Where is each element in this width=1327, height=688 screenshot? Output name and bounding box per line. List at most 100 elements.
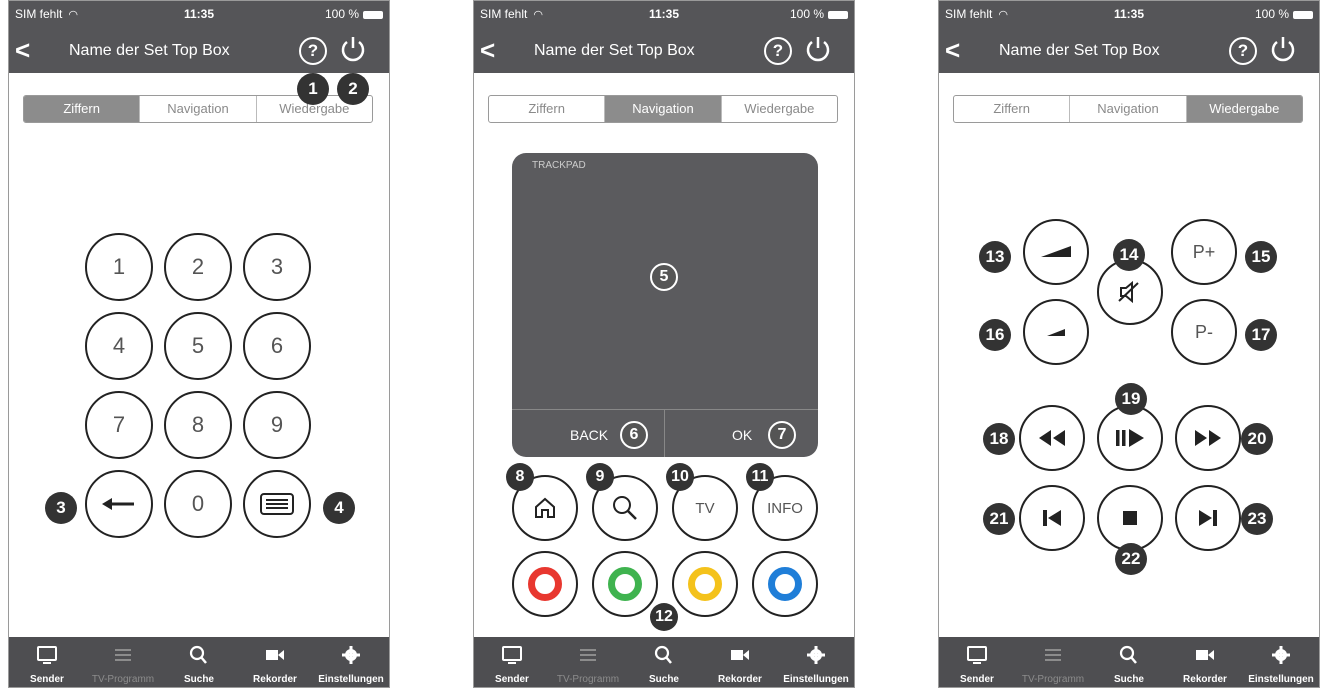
tab-digits[interactable]: Ziffern <box>954 96 1071 122</box>
skip-back-button[interactable] <box>1019 485 1085 551</box>
segmented-control: Ziffern Navigation Wiedergabe <box>953 95 1303 123</box>
page-title: Name der Set Top Box <box>69 42 230 59</box>
help-icon[interactable]: ? <box>299 37 327 65</box>
tab-search[interactable]: Suche <box>626 637 702 687</box>
green-ring-icon <box>608 567 642 601</box>
digit-button-0[interactable]: 0 <box>164 470 232 538</box>
digit-button-3[interactable]: 3 <box>243 233 311 301</box>
digit-button-7[interactable]: 7 <box>85 391 153 459</box>
callout-badge: 9 <box>586 463 614 491</box>
callout-badge: 20 <box>1241 423 1273 455</box>
tab-label: TV-Programm <box>1021 674 1085 685</box>
digit-button-6[interactable]: 6 <box>243 312 311 380</box>
tab-sender[interactable]: Sender <box>939 637 1015 687</box>
tab-digits[interactable]: Ziffern <box>489 96 606 122</box>
tv-icon <box>37 646 57 664</box>
skip-back-icon <box>1043 510 1061 526</box>
stop-icon <box>1123 511 1137 525</box>
tab-tv-programm[interactable]: TV-Programm <box>550 637 626 687</box>
power-icon[interactable] <box>339 35 367 63</box>
callout-badge: 4 <box>323 492 355 524</box>
rewind-button[interactable] <box>1019 405 1085 471</box>
volume-down-button[interactable] <box>1023 299 1089 365</box>
tab-tv-programm[interactable]: TV-Programm <box>1015 637 1091 687</box>
tab-search[interactable]: Suche <box>1091 637 1167 687</box>
bottom-tab-bar: Sender TV-Programm Suche Rekorder Einste… <box>9 637 389 687</box>
home-icon <box>535 497 555 518</box>
power-icon[interactable] <box>804 35 832 63</box>
tab-label: Einstellungen <box>1248 674 1314 685</box>
tab-recorder[interactable]: Rekorder <box>702 637 778 687</box>
digit-button-4[interactable]: 4 <box>85 312 153 380</box>
trackpad-label: TRACKPAD <box>532 160 586 171</box>
rewind-icon <box>1039 430 1065 446</box>
help-icon[interactable]: ? <box>1229 37 1257 65</box>
callout-badge: 16 <box>979 319 1011 351</box>
bottom-tab-bar: Sender TV-Programm Suche Rekorder Einste… <box>939 637 1319 687</box>
tab-navigation[interactable]: Navigation <box>140 96 257 122</box>
tab-playback[interactable]: Wiedergabe <box>1186 96 1302 122</box>
battery-label: 100 % <box>789 7 824 21</box>
back-icon[interactable]: < <box>15 37 30 63</box>
callout-badge: 14 <box>1113 239 1145 271</box>
callout-badge: 21 <box>983 503 1015 535</box>
tab-digits[interactable]: Ziffern <box>24 96 141 122</box>
tab-label: Rekorder <box>718 674 762 685</box>
yellow-ring-icon <box>688 567 722 601</box>
tab-recorder[interactable]: Rekorder <box>1167 637 1243 687</box>
green-button[interactable] <box>592 551 658 617</box>
callout-badge: 18 <box>983 423 1015 455</box>
channel-up-button[interactable]: P+ <box>1171 219 1237 285</box>
play-pause-icon <box>1116 429 1144 447</box>
tab-label: Suche <box>183 674 214 685</box>
tab-settings[interactable]: Einstellungen <box>778 637 854 687</box>
digit-button-8[interactable]: 8 <box>164 391 232 459</box>
tv-icon <box>967 646 987 664</box>
blue-button[interactable] <box>752 551 818 617</box>
channel-down-button[interactable]: P- <box>1171 299 1237 365</box>
tab-settings[interactable]: Einstellungen <box>1243 637 1319 687</box>
fast-forward-button[interactable] <box>1175 405 1241 471</box>
keyboard-button[interactable] <box>243 470 311 538</box>
tab-playback[interactable]: Wiedergabe <box>722 96 837 122</box>
ok-button[interactable]: OK <box>732 427 752 443</box>
tab-navigation[interactable]: Navigation <box>605 96 722 122</box>
back-icon[interactable]: < <box>945 37 960 63</box>
tab-tv-programm[interactable]: TV-Programm <box>85 637 161 687</box>
tab-sender[interactable]: Sender <box>9 637 85 687</box>
tab-recorder[interactable]: Rekorder <box>237 637 313 687</box>
backspace-button[interactable] <box>85 470 153 538</box>
tab-label: Rekorder <box>1183 674 1227 685</box>
digit-button-1[interactable]: 1 <box>85 233 153 301</box>
tab-settings[interactable]: Einstellungen <box>313 637 389 687</box>
gear-icon <box>342 646 360 664</box>
trackpad[interactable]: TRACKPAD BACK OK <box>512 153 818 457</box>
callout-badge: 6 <box>620 421 648 449</box>
tab-search[interactable]: Suche <box>161 637 237 687</box>
bottom-tab-bar: Sender TV-Programm Suche Rekorder Einste… <box>474 637 854 687</box>
stop-button[interactable] <box>1097 485 1163 551</box>
red-button[interactable] <box>512 551 578 617</box>
tab-label: Sender <box>960 674 994 685</box>
digit-button-2[interactable]: 2 <box>164 233 232 301</box>
volume-up-button[interactable] <box>1023 219 1089 285</box>
callout-badge: 8 <box>506 463 534 491</box>
help-icon[interactable]: ? <box>764 37 792 65</box>
header-bar: SIM fehlt ◠ 11:35 100 % < Name der Set To… <box>474 1 854 73</box>
skip-forward-button[interactable] <box>1175 485 1241 551</box>
page-title: Name der Set Top Box <box>534 42 695 59</box>
battery-icon <box>363 10 383 19</box>
callout-badge: 2 <box>337 73 369 105</box>
digit-button-9[interactable]: 9 <box>243 391 311 459</box>
digit-button-5[interactable]: 5 <box>164 312 232 380</box>
tab-sender[interactable]: Sender <box>474 637 550 687</box>
tab-navigation[interactable]: Navigation <box>1070 96 1187 122</box>
header-bar: SIM fehlt ◠ 11:35 100 % < Name der Set To… <box>939 1 1319 73</box>
status-bar: SIM fehlt ◠ 11:35 100 % <box>480 7 848 21</box>
tab-label: Suche <box>1113 674 1144 685</box>
callout-badge: 7 <box>768 421 796 449</box>
back-icon[interactable]: < <box>480 37 495 63</box>
power-icon[interactable] <box>1269 35 1297 63</box>
back-button[interactable]: BACK <box>570 427 608 443</box>
yellow-button[interactable] <box>672 551 738 617</box>
